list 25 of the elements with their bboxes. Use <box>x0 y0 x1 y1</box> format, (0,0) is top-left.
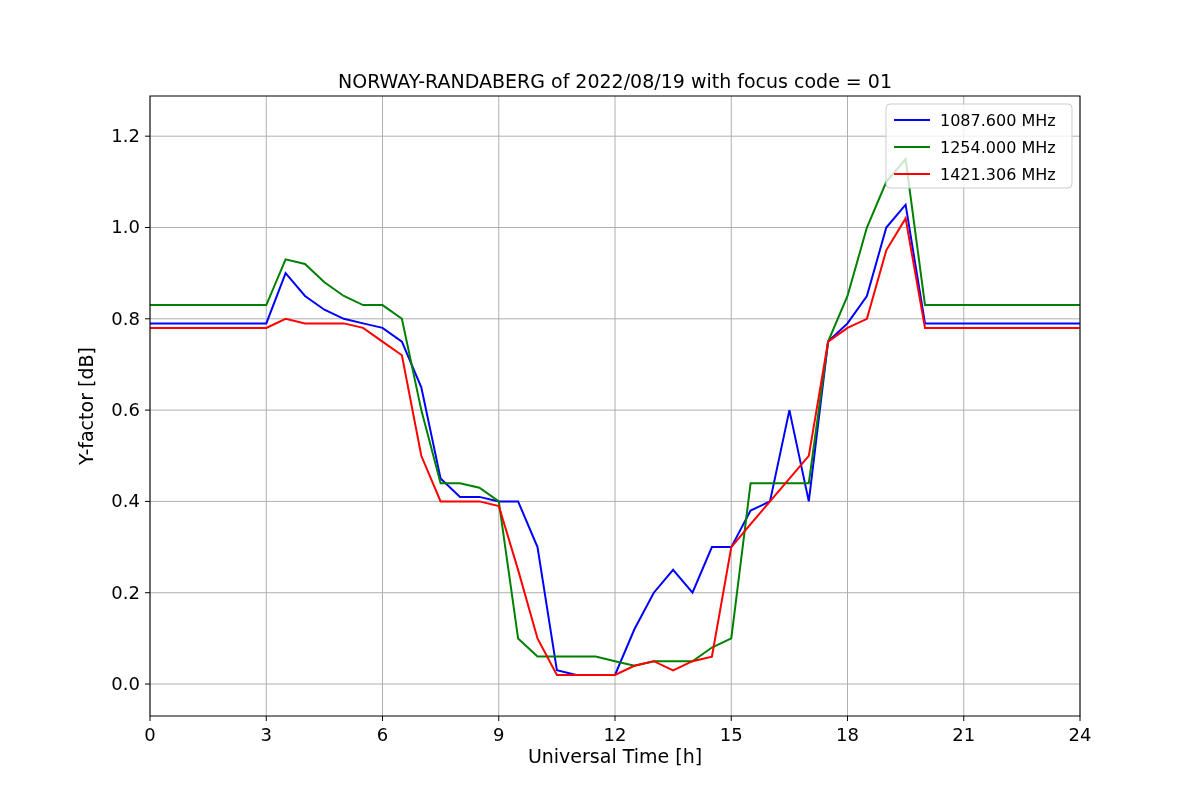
tick-label: 18 <box>836 724 859 745</box>
tick-label: 0.0 <box>111 673 140 695</box>
axis-label: Y-factor [dB] <box>75 347 97 465</box>
legend-line-icon <box>893 173 931 175</box>
tick-label: 15 <box>719 724 743 745</box>
legend-label: 1254.000 MHz <box>940 138 1056 157</box>
tick-label: 1.0 <box>111 216 140 238</box>
tick-label: 24 <box>1068 724 1092 745</box>
legend-label: 1087.600 MHz <box>940 111 1056 130</box>
tick-label: 1.2 <box>111 125 140 147</box>
chart-title: NORWAY-RANDABERG of 2022/08/19 with focus code = 01 <box>338 70 892 92</box>
tick-label: 12 <box>603 724 627 745</box>
legend-line-icon <box>893 146 931 148</box>
tick-label: 0 <box>144 724 156 745</box>
tick-label: 0.4 <box>111 490 140 512</box>
tick-label: 9 <box>493 724 505 745</box>
tick-label: 21 <box>952 724 976 745</box>
tick-label: 6 <box>376 724 389 745</box>
legend-line-icon <box>893 119 931 121</box>
tick-label: 0.6 <box>111 399 140 421</box>
tick-label: 0.8 <box>111 307 140 329</box>
legend-label: 1421.306 MHz <box>940 165 1056 184</box>
axis-label: Universal Time [h] <box>527 745 703 767</box>
tick-label: 0.2 <box>111 581 140 603</box>
tick-label: 3 <box>260 724 272 745</box>
